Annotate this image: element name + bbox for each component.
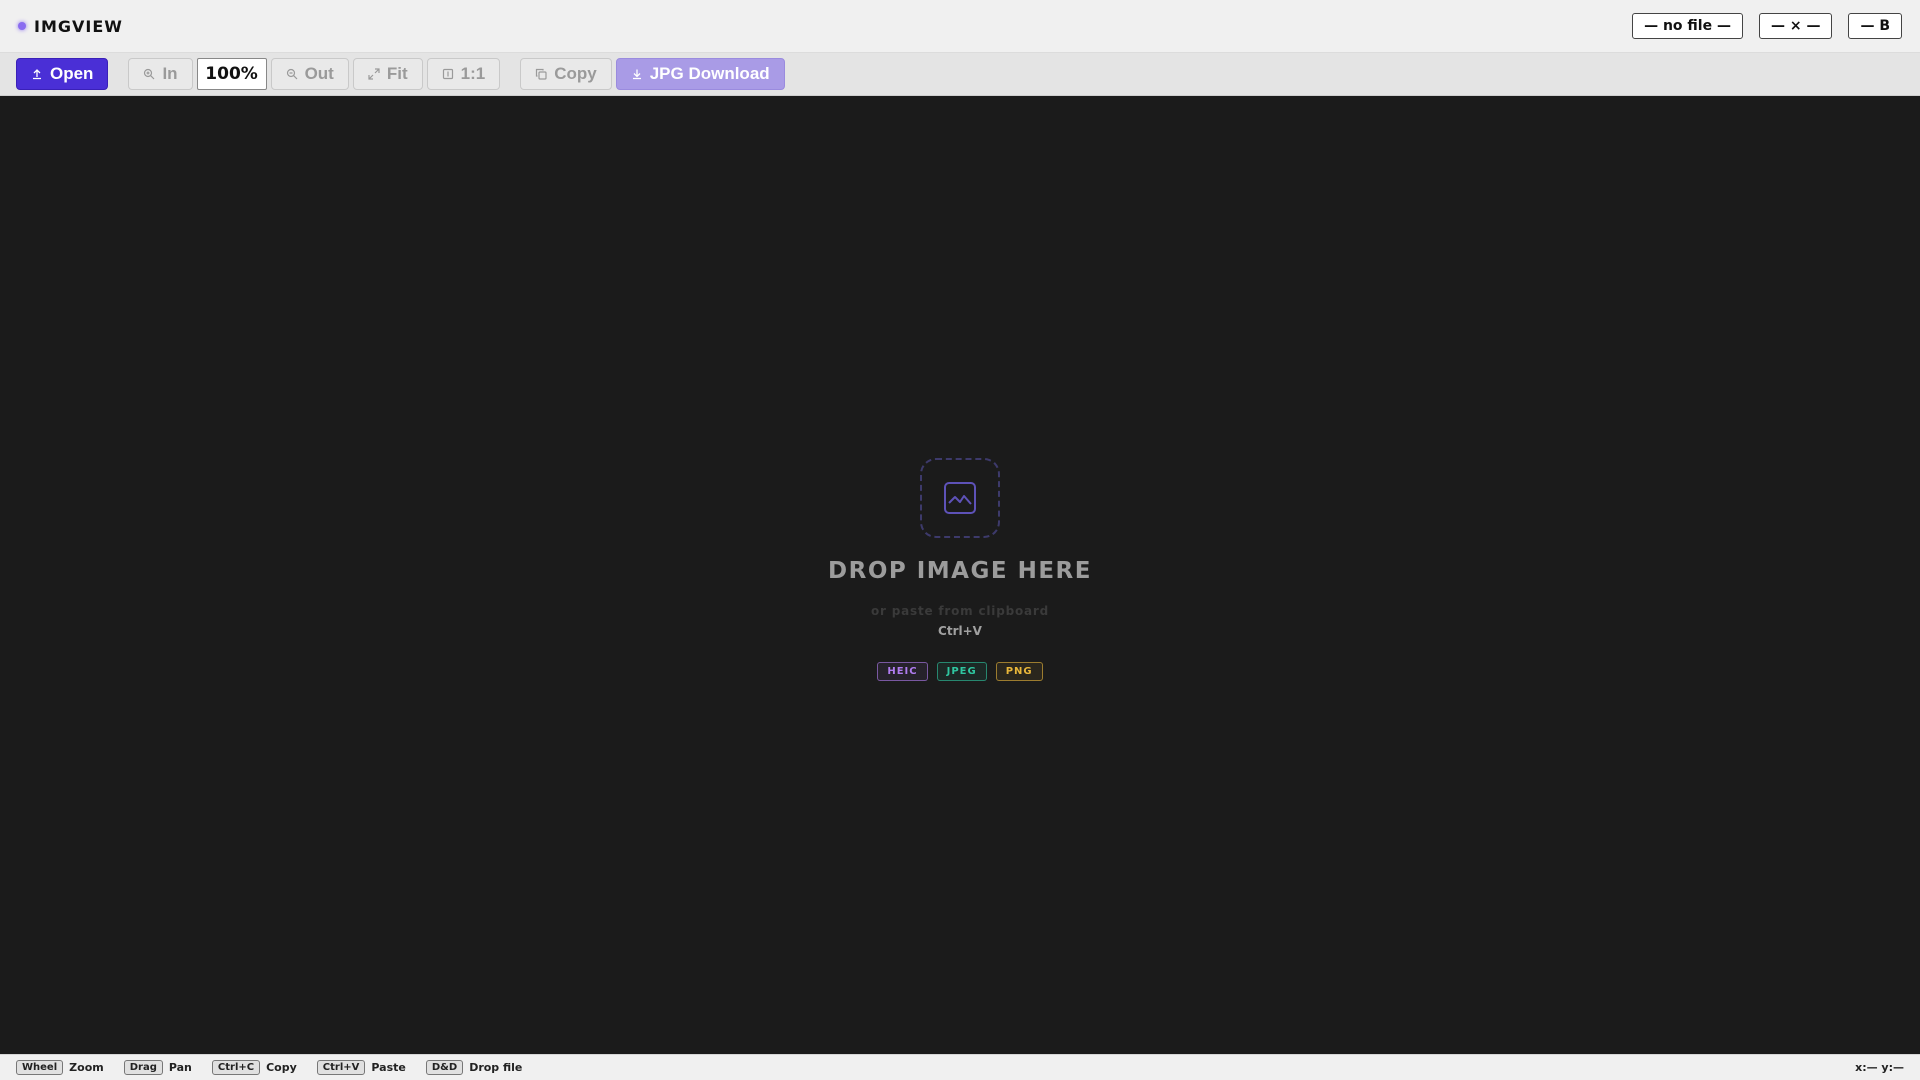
hint-zoom: Wheel Zoom [16,1060,104,1075]
hint-label: Drop file [469,1061,523,1074]
hint-copy: Ctrl+C Copy [211,1060,297,1075]
key-badge: Ctrl+V [316,1060,366,1075]
key-badge: Ctrl+C [211,1060,261,1075]
key-badge: D&D [425,1060,464,1075]
file-name-badge: — no file — [1632,13,1743,39]
zoom-level-field[interactable]: 100% [196,58,267,90]
key-badge: Wheel [16,1060,64,1075]
expand-icon [368,68,380,80]
jpg-download-button[interactable]: JPG Download [615,58,785,90]
drop-title: DROP IMAGE HERE [828,558,1092,584]
key-badge: Drag [123,1060,163,1075]
paste-shortcut: Ctrl+V [938,624,982,638]
hint-label: Paste [371,1061,406,1074]
download-icon [632,69,641,80]
drop-zone[interactable]: DROP IMAGE HERE or paste from clipboard … [760,458,1160,681]
hint-label: Copy [266,1061,297,1074]
file-meta: — no file — — × — — B [1632,13,1902,39]
zoom-in-label: In [162,64,178,83]
fit-label: Fit [386,64,408,83]
hint-pan: Drag Pan [123,1060,192,1075]
actual-size-label: 1:1 [460,64,486,83]
fit-button[interactable]: Fit [352,58,423,90]
zoom-out-label: Out [304,64,334,83]
supported-formats: HEIC JPEG PNG [877,662,1043,681]
copy-label: Copy [554,64,597,83]
open-button[interactable]: Open [16,58,109,90]
copy-icon [536,68,547,80]
cursor-coordinates: x:— y:— [1855,1061,1904,1074]
drop-target-box [920,458,1000,538]
zoom-in-icon [144,68,155,80]
drop-subtitle: or paste from clipboard [870,604,1050,618]
dimensions-badge: — × — [1758,13,1833,39]
jpg-download-label: JPG Download [649,64,770,83]
format-badge-jpeg: JPEG [936,662,987,681]
format-badge-png: PNG [995,662,1043,681]
hint-drop: D&D Drop file [425,1060,523,1075]
file-size-badge: — B [1848,13,1902,39]
image-icon [944,482,976,514]
app-name: IMGVIEW [34,16,123,36]
zoom-out-button[interactable]: Out [270,58,349,90]
status-bar: Wheel Zoom Drag Pan Ctrl+C Copy Ctrl+V P… [0,1054,1920,1080]
zoom-in-button[interactable]: In [128,58,193,90]
zoom-out-icon [286,68,297,80]
title-bar: IMGVIEW — no file — — × — — B [0,0,1920,53]
actual-size-icon [442,68,453,80]
upload-icon [33,69,41,80]
format-badge-heic: HEIC [877,662,928,681]
open-label: Open [50,64,94,83]
hint-paste: Ctrl+V Paste [316,1060,406,1075]
actual-size-button[interactable]: 1:1 [426,58,501,90]
hint-label: Pan [168,1061,192,1074]
brand: IMGVIEW [18,17,123,36]
status-dot-icon [18,22,26,30]
copy-button[interactable]: Copy [520,58,612,90]
image-canvas[interactable]: DROP IMAGE HERE or paste from clipboard … [0,96,1920,1054]
hint-label: Zoom [69,1061,104,1074]
toolbar: Open In 100% Out Fit 1:1 Copy JPG Downlo… [0,53,1920,96]
